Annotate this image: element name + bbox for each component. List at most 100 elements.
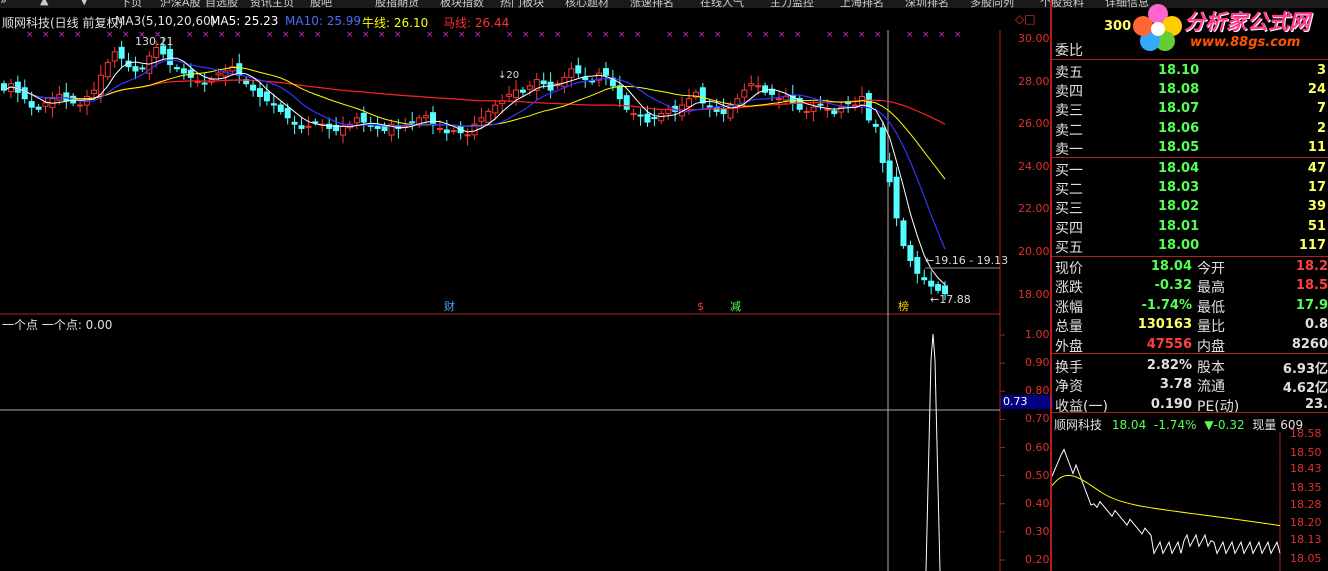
candle-up[interactable] (450, 130, 457, 133)
candle-up[interactable] (478, 117, 485, 122)
indicator-tick-label: 0.60 (1025, 440, 1050, 454)
divider-line (1052, 157, 1328, 158)
candle-down[interactable] (374, 125, 381, 129)
candle-down[interactable] (167, 48, 174, 66)
candle-down[interactable] (35, 106, 42, 110)
candle-up[interactable] (803, 110, 810, 113)
divider-line (1052, 256, 1328, 257)
candle-up[interactable] (485, 110, 492, 123)
candle-up[interactable] (568, 68, 575, 78)
candle-down[interactable] (409, 121, 416, 124)
event-marker[interactable]: 榜 (898, 299, 909, 313)
candle-down[interactable] (21, 87, 28, 100)
candle-up[interactable] (810, 106, 817, 112)
candle-up[interactable] (111, 51, 118, 62)
candle-down[interactable] (616, 85, 623, 100)
candle-up[interactable] (775, 98, 782, 101)
candle-down[interactable] (263, 91, 270, 102)
candle-up[interactable] (506, 93, 513, 97)
candle-down[interactable] (706, 105, 713, 108)
candle-up[interactable] (42, 102, 49, 107)
candle-up[interactable] (215, 72, 222, 76)
candle-down[interactable] (443, 129, 450, 134)
candle-down[interactable] (921, 277, 928, 281)
candle-down[interactable] (831, 110, 838, 115)
candle-down[interactable] (914, 257, 921, 274)
candle-down[interactable] (893, 176, 900, 219)
candle-down[interactable] (250, 84, 257, 91)
candle-up[interactable] (104, 61, 111, 78)
candle-down[interactable] (291, 121, 298, 125)
candle-up[interactable] (782, 96, 789, 101)
candle-up[interactable] (658, 113, 665, 122)
candle-down[interactable] (651, 117, 658, 120)
candle-down[interactable] (637, 114, 644, 117)
candle-down[interactable] (28, 101, 35, 108)
candle-down[interactable] (928, 280, 935, 287)
candle-down[interactable] (312, 121, 319, 124)
candle-down[interactable] (14, 81, 21, 93)
candlestick-chart[interactable]: × × × × × × × × × × × × × × × × × × × × × × × × × × × × × × × × × × × × × × × ×… (0, 0, 1050, 571)
candle-up[interactable] (824, 108, 831, 111)
candle-down[interactable] (284, 107, 291, 119)
candle-down[interactable] (872, 123, 879, 127)
candle-down[interactable] (907, 245, 914, 262)
candle-down[interactable] (602, 68, 609, 76)
candle-down[interactable] (519, 89, 526, 93)
candle-up[interactable] (340, 125, 347, 136)
candle-down[interactable] (644, 113, 651, 123)
candle-down[interactable] (132, 66, 139, 72)
candle-up[interactable] (526, 85, 533, 90)
candle-down[interactable] (845, 102, 852, 105)
candle-up[interactable] (90, 89, 97, 95)
cursor-value-box: 0.73 (1001, 395, 1053, 409)
candle-down[interactable] (623, 95, 630, 110)
candle-up[interactable] (513, 89, 520, 98)
candle-down[interactable] (699, 87, 706, 104)
candle-down[interactable] (298, 125, 305, 129)
candle-down[interactable] (173, 67, 180, 70)
candle-up[interactable] (748, 83, 755, 87)
candle-up[interactable] (305, 125, 312, 128)
candle-up[interactable] (630, 113, 637, 116)
candle-down[interactable] (886, 160, 893, 183)
candle-up[interactable] (77, 104, 84, 107)
candle-down[interactable] (257, 88, 264, 98)
candle-up[interactable] (464, 134, 471, 137)
event-marker[interactable]: 财 (444, 299, 455, 313)
candle-up[interactable] (423, 115, 430, 119)
candle-up[interactable] (194, 81, 201, 84)
candle-up[interactable] (84, 96, 91, 106)
candle-down[interactable] (277, 104, 284, 112)
candle-down[interactable] (360, 112, 367, 123)
candle-down[interactable] (540, 80, 547, 85)
candle-down[interactable] (139, 67, 146, 70)
candle-down[interactable] (201, 82, 208, 85)
candle-up[interactable] (685, 98, 692, 108)
candle-up[interactable] (852, 104, 859, 107)
candle-down[interactable] (180, 68, 187, 74)
candle-down[interactable] (575, 65, 582, 74)
candle-down[interactable] (429, 112, 436, 125)
signal-marker: × (74, 30, 82, 40)
candle-down[interactable] (63, 92, 70, 102)
event-marker[interactable]: 减 (730, 300, 741, 313)
ask-price: 18.06 (1158, 120, 1200, 136)
candle-down[interactable] (935, 284, 942, 291)
candle-up[interactable] (755, 85, 762, 88)
indicator-tick-label: 1.00 (1025, 328, 1050, 341)
intraday-chart[interactable] (1052, 432, 1328, 571)
candle-down[interactable] (900, 220, 907, 247)
candle-down[interactable] (879, 127, 886, 164)
candle-up[interactable] (353, 117, 360, 124)
candle-up[interactable] (741, 89, 748, 98)
candle-up[interactable] (153, 47, 160, 59)
event-marker[interactable]: $ (697, 300, 704, 313)
candle-up[interactable] (436, 127, 443, 130)
price-tick-label: 30.00 (1018, 32, 1050, 45)
candle-down[interactable] (270, 103, 277, 106)
candle-down[interactable] (582, 77, 589, 80)
candle-down[interactable] (118, 46, 125, 59)
candle-up[interactable] (492, 104, 499, 114)
candle-down[interactable] (817, 103, 824, 106)
